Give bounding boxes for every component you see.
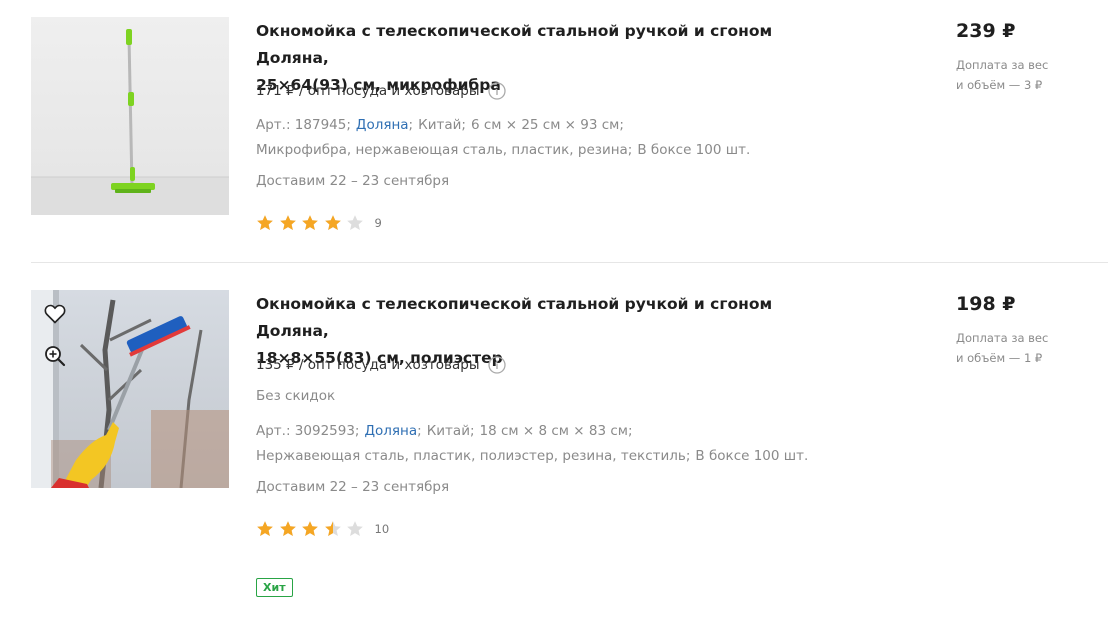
star-icon [257, 521, 273, 536]
opt-price-text: 135 ₽ / опт посуда и хозтовары [256, 357, 480, 373]
country: Китай; [418, 117, 466, 133]
dimensions: 6 см × 25 см × 93 см; [470, 117, 624, 133]
star-icon [279, 215, 296, 230]
mop-photo-icon [31, 17, 229, 215]
product-card: Окномойка с телескопической стальной руч… [0, 0, 1108, 262]
weight-surcharge: Доплата за вес и объём — 3 ₽ [956, 58, 1049, 92]
brand-link[interactable]: Доляна [364, 423, 417, 439]
article-number: Арт.: 3092593; [256, 423, 360, 439]
product-attributes: Арт.: 187945; Доляна; Китай; 6 см × 25 см ×… [256, 117, 751, 158]
product-image[interactable] [31, 17, 229, 215]
favorite-heart-icon[interactable] [43, 302, 67, 326]
rating-count[interactable]: 10 [375, 522, 390, 536]
article-number: Арт.: 187945; [256, 117, 351, 133]
star-icon [347, 521, 363, 536]
product-price: 239 ₽ [956, 20, 1016, 42]
product-image[interactable] [31, 290, 229, 488]
star-icon [279, 521, 296, 536]
zoom-in-icon[interactable] [43, 344, 67, 368]
box-quantity: В боксе 100 шт. [637, 141, 751, 158]
product-price: 198 ₽ [956, 293, 1016, 315]
star-icon [302, 215, 318, 230]
star-icon [302, 521, 318, 536]
delivery-date: Доставим 22 – 23 сентября [256, 479, 450, 495]
rating-count[interactable]: 9 [375, 216, 382, 230]
materials: Нержавеющая сталь, пластик, полиэстер, р… [256, 447, 691, 464]
materials: Микрофибра, нержавеющая сталь, пластик, … [256, 141, 633, 158]
opt-price-text: 171 ₽ / опт посуда и хозтовары [256, 83, 480, 99]
brand-link[interactable]: Доляна [356, 117, 409, 133]
star-icon [324, 215, 341, 230]
rating-stars[interactable]: 9 [256, 214, 382, 232]
star-icon [257, 215, 273, 230]
country: Китай; [426, 423, 475, 439]
star-icon [347, 215, 363, 230]
no-discount-label: Без скидок [256, 388, 336, 404]
product-card: Окномойка с телескопической стальной руч… [0, 263, 1108, 617]
weight-surcharge: Доплата за вес и объём — 1 ₽ [956, 331, 1049, 365]
star-icon [324, 521, 341, 536]
box-quantity: В боксе 100 шт. [695, 447, 809, 464]
opt-price: 135 ₽ / опт посуда и хозтовары [256, 356, 506, 374]
opt-price: 171 ₽ / опт посуда и хозтовары [256, 82, 506, 100]
delivery-date: Доставим 22 – 23 сентября [256, 173, 450, 189]
info-icon[interactable] [487, 82, 506, 100]
product-attributes: Арт.: 3092593; Доляна; Китай; 18 см × 8 см … [256, 423, 809, 464]
hit-badge: Хит [256, 578, 293, 597]
dimensions: 18 см × 8 см × 83 см; [479, 423, 633, 439]
info-icon[interactable] [487, 356, 506, 374]
rating-stars[interactable]: 10 [256, 520, 389, 538]
